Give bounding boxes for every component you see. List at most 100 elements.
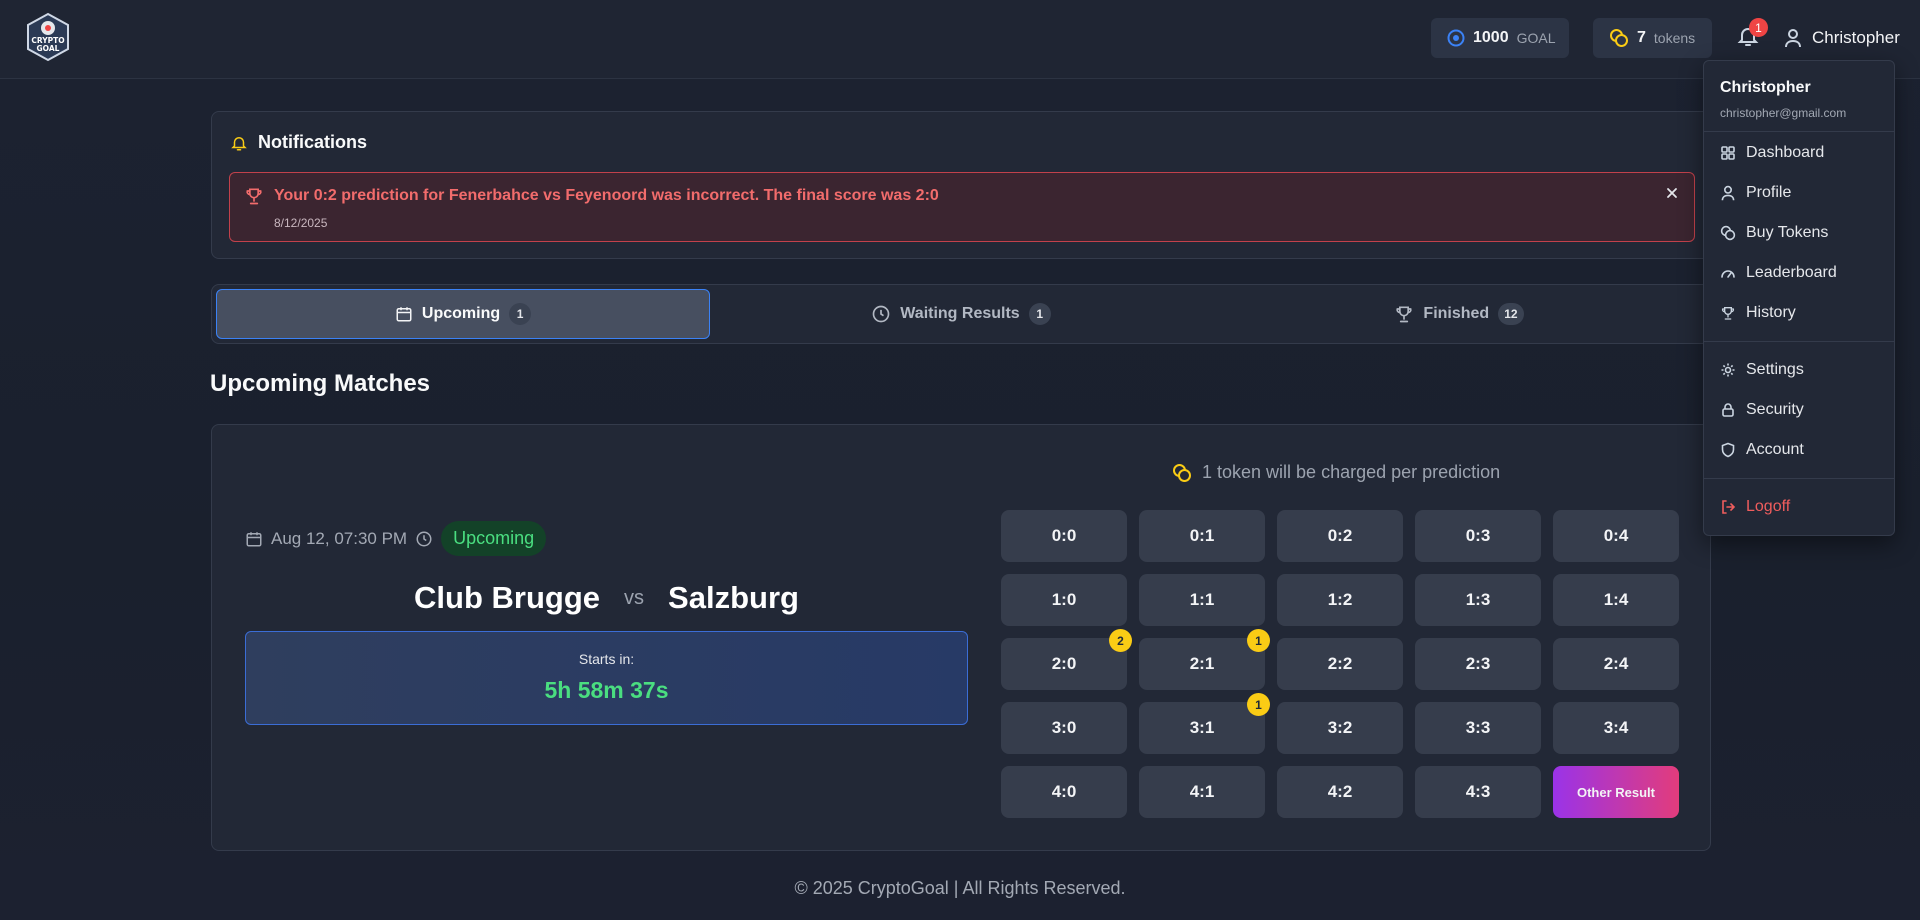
menu-user-name: Christopher (1720, 79, 1811, 96)
notification-date: 8/12/2025 (274, 216, 328, 230)
menu-item-logoff[interactable]: Logoff (1720, 494, 1880, 520)
score-button[interactable]: 1:3 (1415, 574, 1541, 626)
gauge-icon (1720, 265, 1736, 281)
score-button[interactable]: 3:4 (1553, 702, 1679, 754)
tokens-unit: tokens (1653, 30, 1696, 46)
score-button[interactable]: 3:1 (1139, 702, 1265, 754)
menu-item-buy-tokens[interactable]: Buy Tokens (1720, 220, 1880, 246)
charge-note-text: 1 token will be charged per prediction (1202, 462, 1501, 482)
footer-copyright: © 2025 CryptoGoal | All Rights Reserved. (794, 878, 1126, 898)
score-button[interactable]: 2:0 (1001, 638, 1127, 690)
coins-icon (1609, 28, 1629, 48)
cryptogoal-logo[interactable]: CRYPTO GOAL (25, 12, 71, 62)
status-badge: Upcoming (441, 521, 547, 556)
tab-count: 12 (1498, 303, 1524, 325)
score-button[interactable]: 4:2 (1277, 766, 1403, 818)
match-teams: Club Brugge vs Salzburg (245, 580, 968, 616)
section-title: Upcoming Matches (210, 370, 431, 397)
close-icon[interactable] (1664, 185, 1680, 201)
menu-item-leaderboard[interactable]: Leaderboard (1720, 260, 1880, 286)
countdown-timer: 5h 58m 37s (544, 677, 669, 703)
countdown-box: Starts in: 5h 58m 37s (245, 631, 968, 725)
score-button[interactable]: 0:3 (1415, 510, 1541, 562)
score-button[interactable]: 4:0 (1001, 766, 1127, 818)
dashboard-icon (1720, 145, 1736, 161)
notifications-button[interactable]: 1 (1736, 18, 1768, 50)
score-button[interactable]: 0:2 (1277, 510, 1403, 562)
top-bar: CRYPTO GOAL 1000 GOAL 7 tokens 1 Christo… (0, 0, 1920, 79)
score-button[interactable]: 0:0 (1001, 510, 1127, 562)
trophy-icon (1394, 304, 1414, 324)
prediction-count-badge: 2 (1109, 629, 1132, 652)
tab-label: Waiting Results (900, 305, 1020, 322)
match-datetime: Aug 12, 07:30 PM (271, 528, 408, 548)
other-result-button[interactable]: Other Result (1553, 766, 1679, 818)
username-label: Christopher (1812, 28, 1900, 47)
divider (1704, 131, 1894, 132)
token-balance[interactable]: 7 tokens (1593, 18, 1712, 58)
notification-count-badge: 1 (1749, 18, 1768, 37)
user-icon (1784, 28, 1802, 48)
tab-count: 1 (1028, 303, 1051, 325)
score-button[interactable]: 1:0 (1001, 574, 1127, 626)
tab-label: Finished (1423, 305, 1490, 322)
menu-item-label: Account (1746, 441, 1804, 458)
tab-finished[interactable]: Finished 12 (1212, 289, 1706, 339)
user-icon (1720, 185, 1736, 201)
score-button[interactable]: 2:4 (1553, 638, 1679, 690)
menu-item-profile[interactable]: Profile (1720, 180, 1880, 206)
menu-item-account[interactable]: Account (1720, 437, 1880, 463)
clock-icon (871, 304, 891, 324)
score-prediction-grid: 0:0 0:1 0:2 0:3 0:4 1:0 1:1 1:2 1:3 1:4 2:0 2 2:1 1 2:… (1001, 510, 1679, 818)
away-team: Salzburg (668, 580, 799, 615)
menu-item-security[interactable]: Security (1720, 397, 1880, 423)
bell-icon (230, 133, 248, 153)
tab-upcoming[interactable]: Upcoming 1 (216, 289, 710, 339)
logout-icon (1720, 499, 1736, 515)
notification-item: Your 0:2 prediction for Fenerbahce vs Fe… (229, 172, 1695, 242)
menu-item-history[interactable]: History (1720, 300, 1880, 326)
score-button[interactable]: 3:0 (1001, 702, 1127, 754)
tab-count: 1 (509, 303, 532, 325)
score-button[interactable]: 3:3 (1415, 702, 1541, 754)
coins-icon (1172, 463, 1192, 483)
score-button[interactable]: 0:4 (1553, 510, 1679, 562)
menu-user-email: christopher@gmail.com (1720, 106, 1847, 120)
svg-text:GOAL: GOAL (37, 44, 60, 53)
score-button[interactable]: 1:4 (1553, 574, 1679, 626)
divider (1704, 341, 1894, 342)
score-button[interactable]: 2:3 (1415, 638, 1541, 690)
calendar-icon (245, 530, 263, 548)
notifications-heading: Notifications (230, 132, 367, 153)
score-button[interactable]: 3:2 (1277, 702, 1403, 754)
menu-item-dashboard[interactable]: Dashboard (1720, 140, 1880, 166)
user-menu-button[interactable]: Christopher (1784, 24, 1900, 52)
shield-icon (1720, 442, 1736, 458)
tab-waiting-results[interactable]: Waiting Results 1 (714, 289, 1208, 339)
score-button[interactable]: 2:1 (1139, 638, 1265, 690)
score-button[interactable]: 1:2 (1277, 574, 1403, 626)
score-button[interactable]: 4:3 (1415, 766, 1541, 818)
divider (1704, 478, 1894, 479)
menu-item-label: History (1746, 304, 1796, 321)
countdown-label: Starts in: (578, 651, 635, 667)
trophy-icon (244, 186, 264, 206)
trophy-icon (1720, 305, 1736, 321)
prediction-count-badge: 1 (1247, 693, 1270, 716)
coins-icon (1720, 225, 1736, 241)
goal-unit: GOAL (1516, 30, 1556, 46)
menu-item-settings[interactable]: Settings (1720, 357, 1880, 383)
score-button[interactable]: 4:1 (1139, 766, 1265, 818)
score-button[interactable]: 1:1 (1139, 574, 1265, 626)
clock-icon (415, 530, 433, 548)
menu-item-label: Security (1746, 401, 1804, 418)
notification-message: Your 0:2 prediction for Fenerbahce vs Fe… (274, 187, 939, 204)
prediction-count-badge: 1 (1247, 629, 1270, 652)
menu-item-label: Logoff (1746, 498, 1791, 515)
gear-icon (1720, 362, 1736, 378)
score-button[interactable]: 0:1 (1139, 510, 1265, 562)
lock-icon (1720, 402, 1736, 418)
score-button[interactable]: 2:2 (1277, 638, 1403, 690)
match-meta: Aug 12, 07:30 PM Upcoming (245, 521, 547, 556)
goal-balance[interactable]: 1000 GOAL (1431, 18, 1569, 58)
